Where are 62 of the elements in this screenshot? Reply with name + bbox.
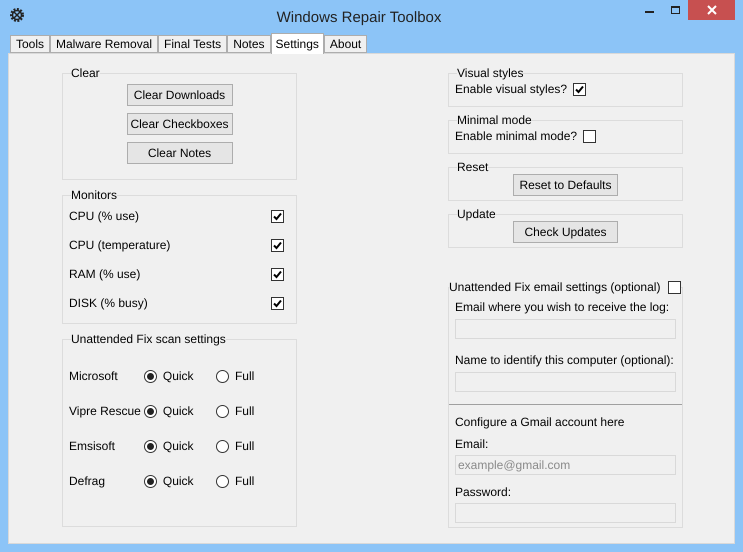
field-label: Email where you wish to receive the log: (455, 299, 670, 316)
radio-label: Full (234, 403, 254, 420)
tab[interactable]: Malware Removal (50, 35, 158, 53)
radio-label: Quick (162, 368, 194, 385)
radio-label: Full (234, 368, 254, 385)
radio-button[interactable] (144, 370, 157, 382)
text-field[interactable]: example@gmail.com (455, 455, 676, 475)
scanner-label: Vipre Rescue (69, 403, 142, 420)
push-button[interactable]: Clear Notes (126, 142, 232, 164)
radio-label: Quick (162, 473, 194, 490)
radio-label: Full (234, 438, 254, 455)
radio-button[interactable] (144, 440, 157, 452)
group-label: Minimal mode (457, 113, 532, 127)
radio-button[interactable] (216, 404, 229, 418)
checkbox[interactable] (573, 82, 586, 96)
group-label: Monitors (71, 188, 118, 202)
tab[interactable]: About (324, 35, 368, 53)
option-label: Enable visual styles? (455, 81, 568, 98)
scanner-label: Defrag (69, 473, 106, 490)
window-title: Windows Repair Toolbox (276, 8, 442, 28)
monitor-label: DISK (% busy) (69, 295, 148, 312)
group-label: Reset (457, 160, 488, 174)
radio-label: Quick (162, 403, 194, 420)
field-label: Name to identify this computer (optional): (455, 352, 675, 369)
close-icon (706, 5, 716, 15)
checkbox[interactable] (271, 296, 284, 310)
checkbox[interactable] (271, 210, 284, 222)
section-heading: Configure a Gmail account here (455, 414, 626, 431)
scanner-label: Emsisoft (69, 438, 116, 455)
radio-button[interactable] (216, 370, 229, 382)
checkbox[interactable] (583, 130, 596, 142)
monitor-label: CPU (% use) (69, 208, 140, 225)
option-label: Enable minimal mode? (455, 128, 578, 145)
radio-button[interactable] (216, 474, 229, 488)
gear-icon (8, 6, 26, 24)
tab[interactable]: Final Tests (158, 35, 228, 53)
field-label: Password: (455, 484, 512, 501)
monitor-label: CPU (temperature) (69, 237, 170, 254)
group-label: Update (457, 207, 496, 221)
close-button[interactable] (688, 0, 735, 20)
checkbox[interactable] (271, 238, 284, 252)
tab[interactable]: Notes (227, 35, 271, 53)
tab[interactable]: Settings (270, 33, 324, 54)
group-label: Visual styles (457, 66, 524, 80)
radio-label: Full (234, 473, 254, 490)
group-label: Unattended Fix scan settings (71, 332, 226, 346)
field-label: Email: (455, 436, 490, 453)
tab[interactable]: Tools (10, 35, 50, 53)
push-button[interactable]: Reset to Defaults (513, 174, 618, 196)
push-button[interactable]: Clear Downloads (126, 84, 232, 106)
push-button[interactable]: Clear Checkboxes (126, 113, 232, 135)
checkbox[interactable] (668, 280, 682, 294)
radio-button[interactable] (216, 440, 229, 452)
push-button[interactable]: Check Updates (513, 221, 618, 243)
radio-button[interactable] (144, 474, 157, 488)
checkbox[interactable] (271, 268, 284, 280)
group-label: Unattended Fix email settings (optional) (449, 280, 660, 294)
monitor-label: RAM (% use) (69, 266, 140, 283)
group-label: Clear (71, 66, 100, 80)
radio-label: Quick (162, 438, 194, 455)
scanner-label: Microsoft (69, 368, 119, 385)
radio-button[interactable] (144, 404, 157, 418)
